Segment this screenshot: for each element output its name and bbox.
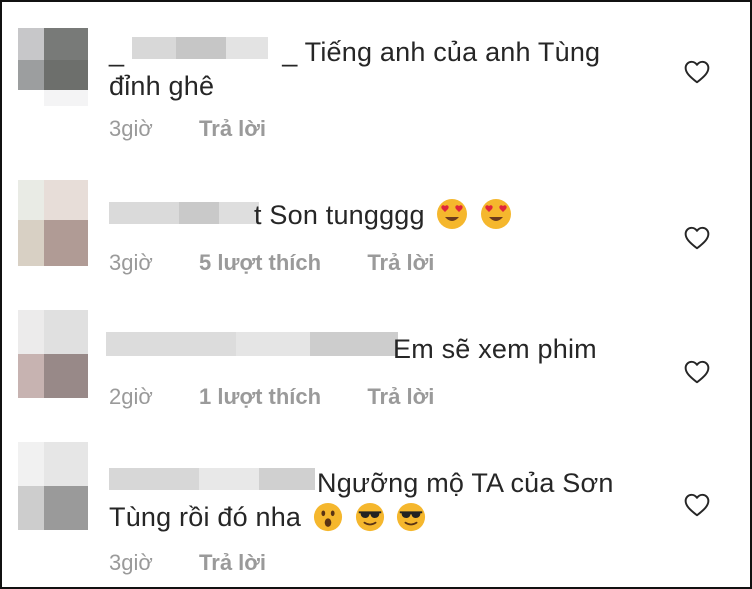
comments-panel: _ _ Tiếng anh của anh Tùng đỉnh ghê 3giờ … [0,0,752,589]
comment-text: Ngưỡng mộ TA của Sơn Tùng rồi đó nha [109,466,649,534]
heart-outline-icon[interactable] [684,493,710,517]
reply-button[interactable]: Trả lời [199,548,266,578]
comment-item: Ngưỡng mộ TA của Sơn Tùng rồi đó nha 3gi… [2,2,750,587]
avatar[interactable] [18,442,96,530]
comment-time: 3giờ [109,550,153,575]
comment-meta: 3giờ Trả lời [109,548,266,578]
sunglasses-emoji [355,502,384,532]
sunglasses-emoji [397,502,426,532]
surprised-emoji [313,502,342,532]
